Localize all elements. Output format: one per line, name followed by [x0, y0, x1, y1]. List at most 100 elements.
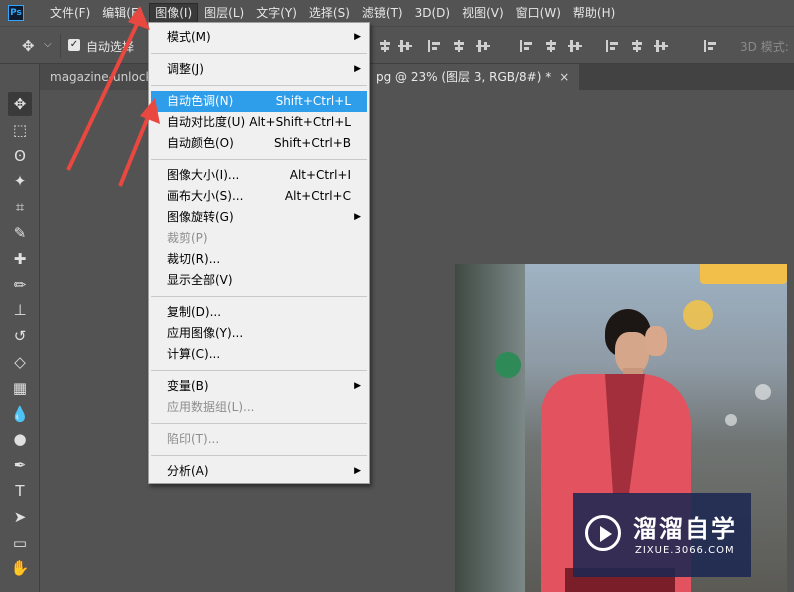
pen-tool-icon[interactable]: ✒ [8, 453, 32, 477]
menu-option[interactable]: 自动色调(N) Shift+Ctrl+L [151, 91, 367, 112]
menu-option[interactable]: 显示全部(V) [151, 270, 367, 291]
path-selection-tool-icon[interactable]: ➤ [8, 505, 32, 529]
menu-option[interactable]: 画布大小(S)... Alt+Ctrl+C [151, 186, 367, 207]
photo-background [455, 264, 525, 592]
gradient-tool-icon[interactable]: ▦ [8, 376, 32, 400]
watermark-logo: 溜溜自学 ZIXUE.3066.COM [573, 493, 751, 577]
dodge-tool-icon[interactable]: ● [8, 427, 32, 451]
clone-stamp-tool-icon[interactable]: ⊥ [8, 298, 32, 322]
menu-item[interactable]: 滤镜(T) [356, 3, 409, 23]
align-icon[interactable] [476, 40, 490, 52]
options-bar: ✥ ⌵ ✓ 自动选择 3D 模式: [0, 26, 794, 64]
menu-item[interactable]: 窗口(W) [510, 3, 567, 23]
menu-option-label: 模式(M) [167, 30, 211, 44]
history-brush-tool-icon[interactable]: ↺ [8, 324, 32, 348]
marquee-tool-icon[interactable]: ⬚ [8, 118, 32, 142]
tab-document-1-label: magazine-unlock- [50, 70, 157, 84]
menu-option[interactable]: 分析(A) ▶ [151, 461, 367, 482]
photoshop-logo-icon: Ps [8, 5, 24, 21]
menu-option[interactable]: 自动颜色(O) Shift+Ctrl+B [151, 133, 367, 154]
menu-separator [151, 370, 367, 371]
menu-option[interactable]: 复制(D)... [151, 302, 367, 323]
align-icon[interactable] [428, 40, 442, 52]
align-icon[interactable] [568, 40, 582, 52]
menu-bar: Ps 文件(F) 编辑(E) 图像(I) 图层(L) 文字(Y) 选择(S) 滤镜(T) 3D… [0, 0, 794, 26]
menu-option-label: 图像旋转(G) [167, 210, 234, 224]
magic-wand-tool-icon[interactable]: ✦ [8, 169, 32, 193]
photo-bokeh [725, 414, 737, 426]
menu-option[interactable]: 自动对比度(U) Alt+Shift+Ctrl+L [151, 112, 367, 133]
menu-option[interactable]: 图像大小(I)... Alt+Ctrl+I [151, 165, 367, 186]
menu-item[interactable]: 3D(D) [409, 3, 456, 23]
menu-item[interactable]: 帮助(H) [567, 3, 621, 23]
photo-hand [645, 326, 667, 356]
type-tool-icon[interactable]: T [8, 479, 32, 503]
lasso-tool-icon[interactable]: ʘ [8, 144, 32, 168]
menu-option-label: 陷印(T)... [167, 432, 220, 446]
hand-tool-icon[interactable]: ✋ [8, 556, 32, 580]
menu-option-label: 调整(J) [167, 62, 204, 76]
menu-item[interactable]: 文件(F) [44, 3, 96, 23]
align-icon[interactable] [654, 40, 668, 52]
options-divider [60, 34, 61, 58]
menu-option-shortcut: Shift+Ctrl+B [274, 136, 351, 150]
submenu-arrow-icon: ▶ [354, 32, 361, 42]
crop-tool-icon[interactable]: ⌗ [8, 195, 32, 219]
healing-brush-tool-icon[interactable]: ✚ [8, 247, 32, 271]
photo-traffic-light [495, 352, 521, 378]
menu-option-label: 应用图像(Y)... [167, 326, 244, 340]
auto-select-checkbox[interactable]: ✓ [68, 39, 80, 51]
auto-select-label: 自动选择 [86, 40, 135, 54]
close-tab-icon[interactable]: × [559, 70, 569, 84]
menu-item[interactable]: 选择(S) [303, 3, 356, 23]
tab-document-2[interactable]: pg @ 23% (图层 3, RGB/8#) * × [366, 64, 580, 90]
menu-option[interactable]: 调整(J) ▶ [151, 59, 367, 80]
eyedropper-tool-icon[interactable]: ✎ [8, 221, 32, 245]
submenu-arrow-icon: ▶ [354, 212, 361, 222]
menu-option-shortcut: Alt+Ctrl+I [289, 168, 351, 182]
submenu-arrow-icon: ▶ [354, 466, 361, 476]
menu-option-label: 应用数据组(L)... [167, 400, 255, 414]
photo-bokeh-light [683, 300, 713, 330]
menu-option[interactable]: 裁切(R)... [151, 249, 367, 270]
align-icon[interactable] [630, 40, 644, 52]
menu-separator [151, 296, 367, 297]
menu-option[interactable]: 图像旋转(G) ▶ [151, 207, 367, 228]
menu-option-shortcut: Alt+Shift+Ctrl+L [249, 115, 351, 129]
move-tool-icon[interactable]: ✥ [8, 92, 32, 116]
menu-separator [151, 159, 367, 160]
play-icon [585, 515, 621, 551]
align-icon[interactable] [704, 40, 718, 52]
align-icon[interactable] [544, 40, 558, 52]
eraser-tool-icon[interactable]: ◇ [8, 350, 32, 374]
menu-option[interactable]: 模式(M) ▶ [151, 27, 367, 48]
move-tool-icon[interactable]: ✥ [22, 37, 35, 55]
menu-option[interactable]: 计算(C)... [151, 344, 367, 365]
align-icon[interactable] [606, 40, 620, 52]
menu-separator [151, 85, 367, 86]
menu-option-shortcut: Alt+Ctrl+C [284, 189, 351, 203]
rectangle-tool-icon[interactable]: ▭ [8, 531, 32, 555]
menu-option-label: 自动色调(N) [167, 94, 234, 108]
menu-option[interactable]: 应用图像(Y)... [151, 323, 367, 344]
submenu-arrow-icon: ▶ [354, 64, 361, 74]
menu-option-label: 裁剪(P) [167, 231, 208, 245]
align-icon[interactable] [398, 40, 412, 52]
brush-tool-icon[interactable]: ✏ [8, 273, 32, 297]
image-menu-dropdown: 模式(M) ▶ 调整(J) ▶ 自动色调(N) Shift+Ctrl+L 自动对比度(U) A… [148, 22, 370, 484]
tab-document-1[interactable]: magazine-unlock- [40, 64, 160, 90]
menu-item[interactable]: 图层(L) [198, 3, 250, 23]
menu-item[interactable]: 编辑(E) [96, 3, 149, 23]
tool-preset-dropdown-icon[interactable]: ⌵ [44, 39, 52, 50]
menu-item[interactable]: 图像(I) [149, 3, 199, 23]
submenu-arrow-icon: ▶ [354, 381, 361, 391]
align-icon[interactable] [378, 40, 392, 52]
align-icon[interactable] [452, 40, 466, 52]
menu-item[interactable]: 视图(V) [456, 3, 510, 23]
blur-tool-icon[interactable]: 💧 [8, 402, 32, 426]
align-icon[interactable] [520, 40, 534, 52]
menu-option[interactable]: 变量(B) ▶ [151, 376, 367, 397]
menu-option: 应用数据组(L)... [151, 397, 367, 418]
menu-item[interactable]: 文字(Y) [250, 3, 303, 23]
menu-option-label: 自动对比度(U) [167, 115, 246, 129]
